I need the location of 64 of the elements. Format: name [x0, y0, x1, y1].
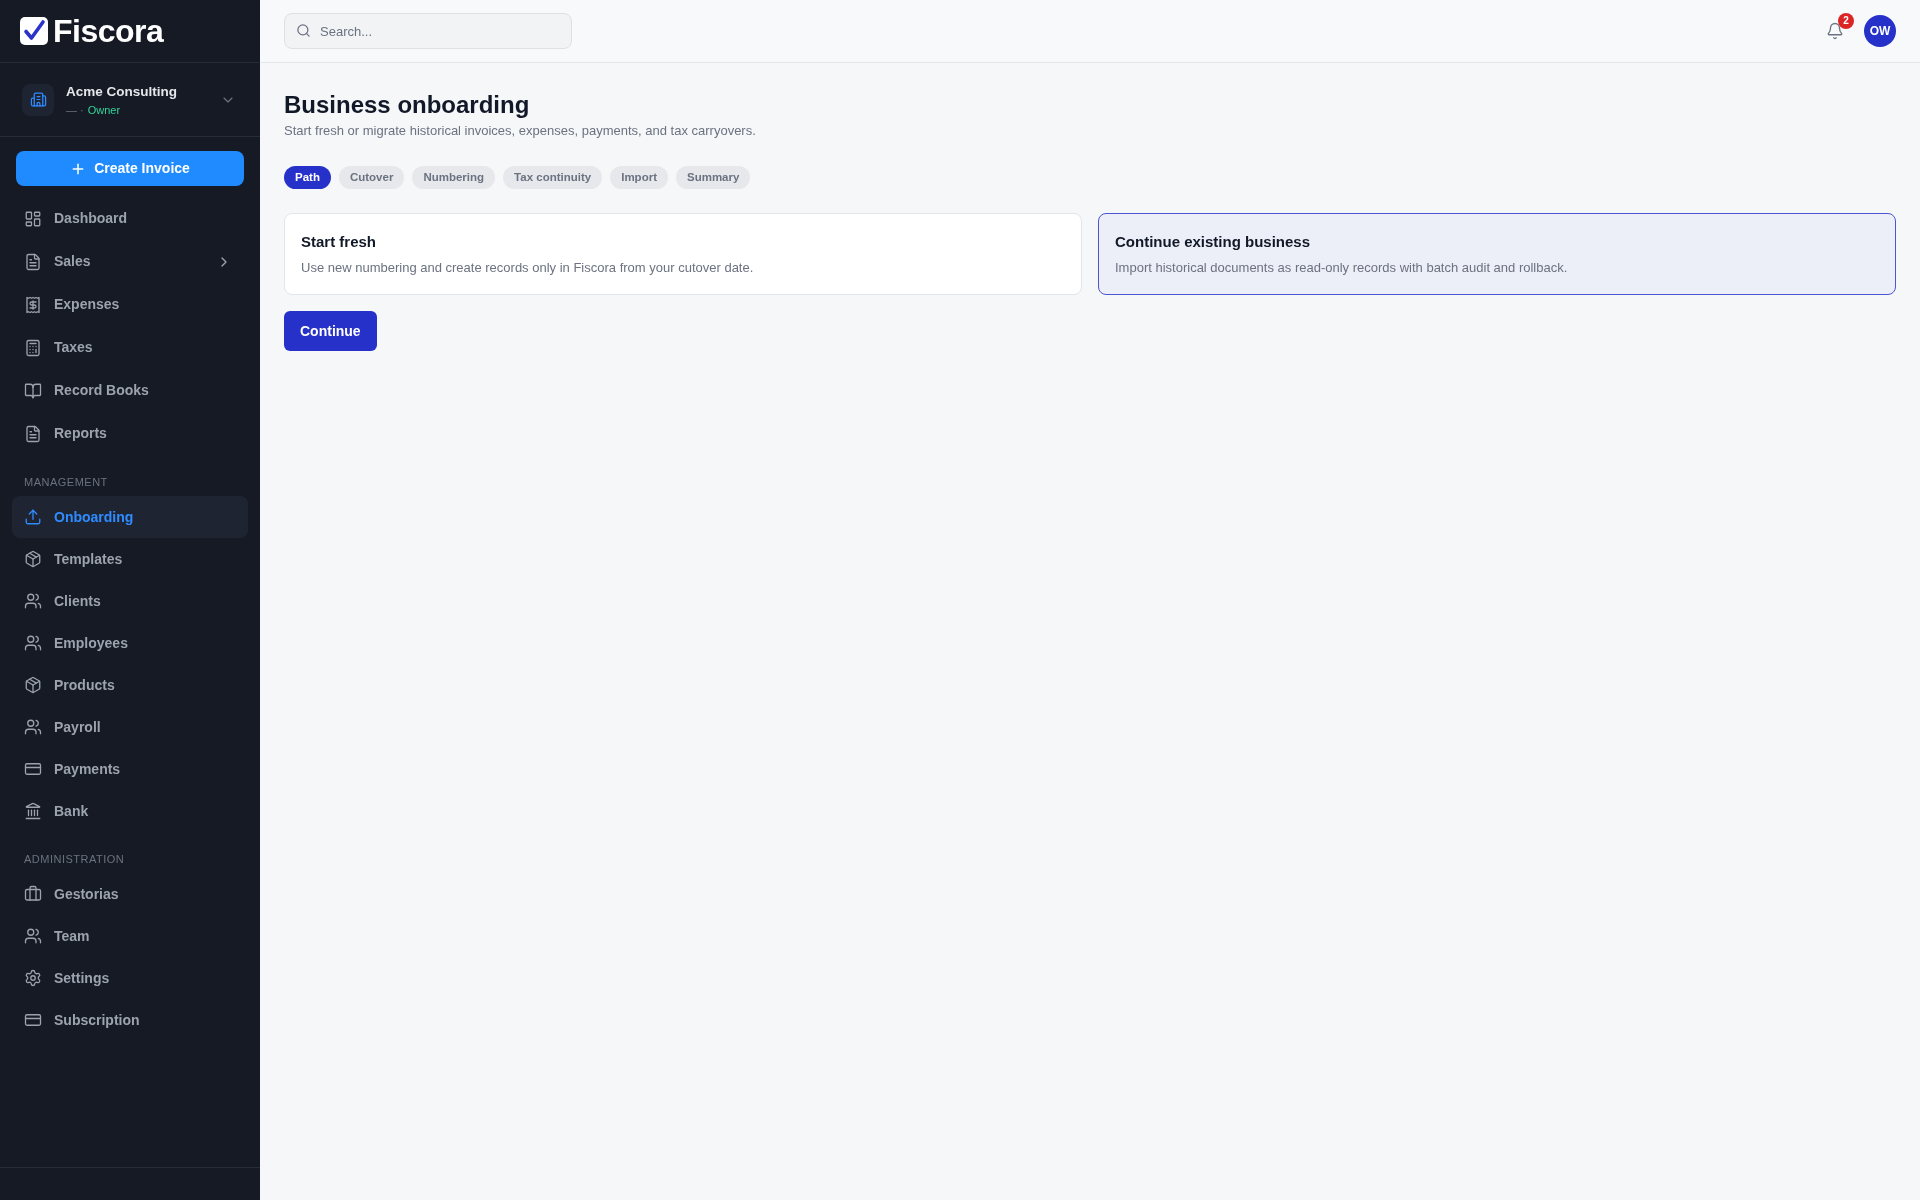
nav-item[interactable]: Dashboard: [12, 197, 248, 240]
option-title: Start fresh: [301, 232, 378, 252]
step-tab[interactable]: Summary: [675, 166, 751, 189]
briefcase-icon: [24, 885, 42, 903]
document-icon: [24, 424, 42, 443]
brand-name: Fiscora: [53, 15, 164, 47]
users-icon: [24, 634, 42, 652]
option-title: Continue existing business: [1115, 232, 1312, 252]
step-tab[interactable]: Numbering: [412, 166, 496, 189]
nav-item[interactable]: Subscription: [12, 999, 248, 1041]
page-title: Business onboarding: [284, 90, 530, 120]
users-icon: [24, 718, 42, 736]
nav-item[interactable]: Sales: [12, 240, 248, 283]
dashboard-grid-icon: [24, 209, 42, 228]
nav-item[interactable]: Clients: [12, 580, 248, 622]
book-icon: [24, 381, 42, 400]
option-card[interactable]: Start fresh Use new numbering and create records only in Fiscora from your cutover date.: [284, 213, 1082, 295]
nav-item[interactable]: Payments: [12, 748, 248, 790]
nav-item[interactable]: Record Books: [12, 369, 248, 412]
nav-item[interactable]: Settings: [12, 957, 248, 999]
page-subtitle: Start fresh or migrate historical invoices, expenses, payments, and tax carryovers.: [284, 122, 756, 140]
option-card[interactable]: Continue existing business Import historical documents as read-only records with batch audit and rollback.: [1098, 213, 1896, 295]
nav-item[interactable]: Taxes: [12, 326, 248, 369]
users-icon: [24, 592, 42, 610]
upload-icon: [24, 508, 42, 526]
step-tab[interactable]: Tax continuity: [503, 166, 603, 189]
credit-card-icon: [24, 1011, 42, 1029]
credit-card-icon: [24, 760, 42, 778]
account-role: Owner: [87, 102, 121, 118]
search-field[interactable]: Search...: [284, 13, 572, 49]
box-icon: [24, 676, 42, 694]
nav-item[interactable]: Onboarding: [12, 496, 248, 538]
user-avatar[interactable]: OW: [1864, 15, 1896, 47]
search-icon: [296, 23, 311, 38]
section-heading: MANAGEMENT: [24, 475, 109, 489]
step-tab[interactable]: Import: [610, 166, 668, 189]
nav-item[interactable]: Reports: [12, 412, 248, 455]
receipt-icon: [24, 295, 42, 314]
nav-item[interactable]: Employees: [12, 622, 248, 664]
account-name: Acme Consulting: [66, 82, 177, 101]
option-description: Import historical documents as read-only records with batch audit and rollback.: [1115, 259, 1569, 277]
box-icon: [24, 550, 42, 568]
nav-item[interactable]: Bank: [12, 790, 248, 832]
nav-item[interactable]: Expenses: [12, 283, 248, 326]
step-tab[interactable]: Cutover: [338, 166, 405, 189]
bank-icon: [24, 802, 42, 820]
notification-badge: 2: [1838, 13, 1854, 29]
step-tab[interactable]: Path: [284, 166, 331, 189]
nav-item[interactable]: Products: [12, 664, 248, 706]
account-detail: — ·: [66, 102, 84, 118]
continue-button[interactable]: Continue: [284, 311, 377, 351]
logo-icon: [20, 17, 48, 45]
option-description: Use new numbering and create records only in Fiscora from your cutover date.: [301, 259, 755, 277]
nav-item[interactable]: Gestorias: [12, 873, 248, 915]
section-heading: ADMINISTRATION: [24, 852, 126, 866]
settings-icon: [24, 969, 42, 987]
building-icon: [22, 83, 54, 116]
bell-icon[interactable]: [1826, 22, 1844, 40]
users-icon: [24, 927, 42, 945]
nav-item[interactable]: Team: [12, 915, 248, 957]
nav-item[interactable]: Payroll: [12, 706, 248, 748]
nav-item[interactable]: Templates: [12, 538, 248, 580]
calculator-icon: [24, 338, 42, 357]
document-icon: [24, 252, 42, 271]
